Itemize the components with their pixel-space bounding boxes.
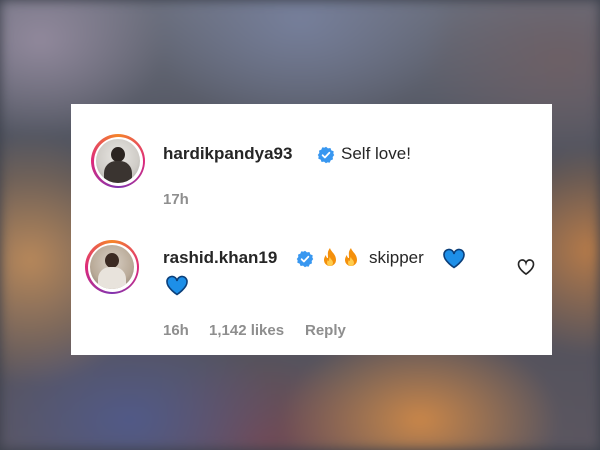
comment-time: 16h bbox=[163, 322, 189, 339]
comment-text: skipper bbox=[369, 248, 424, 267]
verified-badge-icon bbox=[317, 146, 335, 164]
comment-time: 17h bbox=[163, 191, 189, 208]
comment-card: hardikpandya93 Self love! 17h rashid.kha… bbox=[71, 104, 552, 355]
blue-heart-emoji-icon bbox=[166, 275, 188, 296]
verified-badge-icon bbox=[296, 250, 314, 268]
blue-heart-emoji-icon bbox=[443, 248, 465, 269]
comment-username[interactable]: rashid.khan19 bbox=[163, 248, 277, 268]
reply-button[interactable]: Reply bbox=[305, 322, 346, 339]
comment-text: Self love! bbox=[341, 144, 411, 163]
avatar-hardikpandya93[interactable] bbox=[91, 134, 145, 188]
fire-emoji-icon bbox=[324, 248, 336, 266]
fire-emoji-icon bbox=[345, 248, 357, 266]
avatar-rashid-khan19[interactable] bbox=[85, 240, 139, 294]
comment-username[interactable]: hardikpandya93 bbox=[163, 144, 292, 164]
likes-count[interactable]: 1,142 likes bbox=[209, 322, 284, 339]
like-heart-icon[interactable] bbox=[516, 257, 536, 277]
